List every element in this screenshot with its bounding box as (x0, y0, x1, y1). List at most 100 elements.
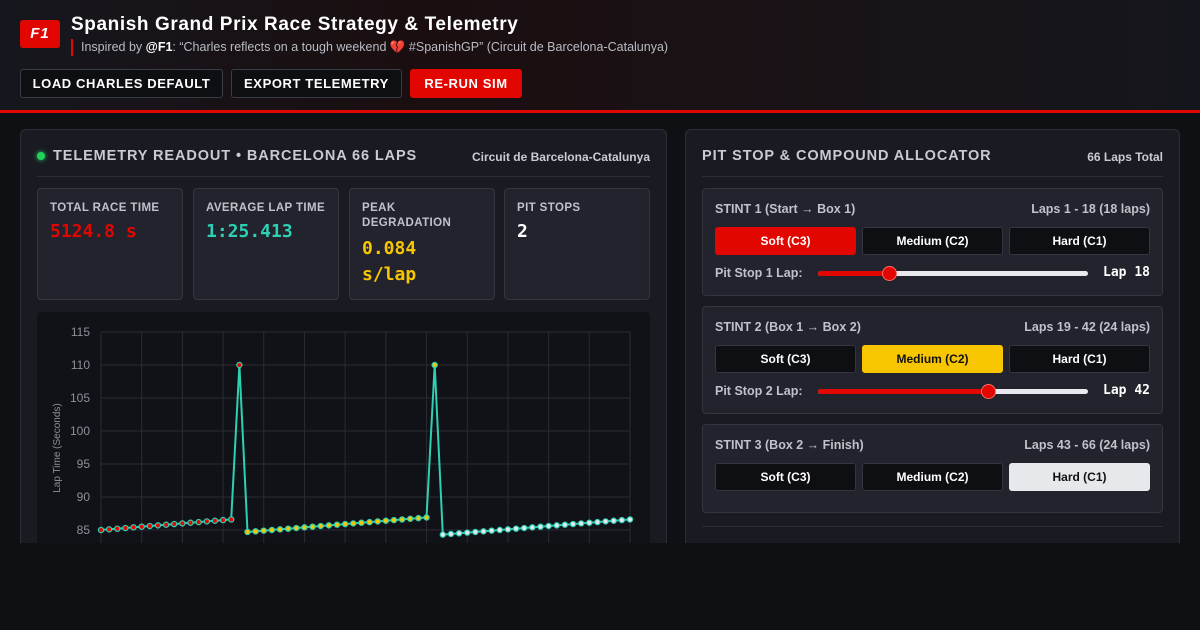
lap-point (187, 519, 194, 526)
rerun-sim-button[interactable]: RE-RUN SIM (410, 69, 522, 98)
stint-2-hard-button[interactable]: Hard (C1) (1009, 345, 1150, 373)
lap-point (398, 516, 406, 523)
lap-point (105, 526, 113, 533)
allocator-panel-header: PIT STOP & COMPOUND ALLOCATOR 66 Laps To… (702, 130, 1163, 177)
stint-title: STINT 1 (Start → Box 1) (715, 202, 856, 216)
lap-point (512, 525, 520, 532)
lap-point (325, 522, 333, 529)
lap-point (569, 520, 577, 528)
y-tick-label: 105 (70, 391, 90, 405)
lap-point (464, 529, 471, 536)
y-tick-label: 110 (71, 358, 90, 372)
lap-point (618, 516, 626, 524)
y-tick-label: 85 (77, 523, 91, 537)
lap-point (309, 523, 316, 530)
telemetry-panel: TELEMETRY READOUT • BARCELONA 66 LAPS Ci… (20, 129, 667, 572)
stat-value: 2 (517, 221, 528, 242)
stat-pit-stops: PIT STOPS 2 (504, 188, 650, 300)
subtitle-prefix: Inspired by (81, 40, 146, 54)
lap-point (496, 526, 503, 534)
lap-time-chart-svg: 85 90 95 100 105 110 115 Lap Time (Seconds) (52, 325, 634, 572)
stint-3-card: STINT 3 (Box 2 → Finish) Laps 43 - 66 (2… (702, 424, 1163, 513)
lap-point (529, 524, 536, 531)
telemetry-title: TELEMETRY READOUT • BARCELONA 66 LAPS (53, 148, 418, 164)
lap-point (407, 515, 414, 522)
lap-point (447, 530, 455, 538)
stint-3-soft-button[interactable]: Soft (C3) (715, 463, 856, 491)
circuit-name: Circuit de Barcelona-Catalunya (471, 150, 650, 164)
lap-point (284, 525, 292, 532)
lap-point (122, 524, 129, 532)
lap-point (488, 527, 495, 534)
lap-point (480, 528, 487, 535)
subtitle-handle[interactable]: @F1 (146, 40, 173, 54)
stat-label: TOTAL RACE TIME (50, 202, 160, 214)
lap-point (138, 523, 145, 530)
lap-point (341, 520, 349, 528)
stint-1-soft-button[interactable]: Soft (C3) (715, 227, 856, 255)
slider-thumb[interactable] (881, 266, 897, 281)
lap-point (268, 526, 276, 534)
allocator-panel: PIT STOP & COMPOUND ALLOCATOR 66 Laps To… (685, 129, 1180, 569)
telemetry-panel-header: TELEMETRY READOUT • BARCELONA 66 LAPS Ci… (37, 130, 650, 177)
stat-label: PEAK DEGRADATION (362, 202, 452, 229)
stint-1-card: STINT 1 (Start → Box 1) Laps 1 - 18 (18 … (702, 188, 1163, 296)
lap-point (203, 518, 210, 525)
pit-stop-1-lap: Lap 18 (1103, 265, 1150, 280)
pit-stop-2-label: Pit Stop 2 Lap: (715, 384, 803, 398)
lap-point (154, 522, 162, 529)
lap-point (195, 518, 202, 526)
lap-point (171, 520, 178, 528)
page-title: Spanish Grand Prix Race Strategy & Telem… (71, 14, 519, 35)
stint-3-medium-button[interactable]: Medium (C2) (862, 463, 1003, 491)
lap-point (146, 522, 154, 530)
allocator-title: PIT STOP & COMPOUND ALLOCATOR (702, 148, 992, 164)
lap-point (366, 518, 373, 526)
stint-2-card: STINT 2 (Box 1 → Box 2) Laps 19 - 42 (24… (702, 306, 1163, 414)
export-telemetry-button[interactable]: EXPORT TELEMETRY (231, 69, 402, 98)
lap-point (179, 520, 186, 527)
f1-logo: F1 (20, 20, 60, 48)
stint-1-hard-button[interactable]: Hard (C1) (1009, 227, 1150, 255)
laps-total: 66 Laps Total (1087, 150, 1163, 164)
page-subtitle: Inspired by @F1: “Charles reflects on a … (71, 39, 668, 56)
lap-point (333, 521, 341, 528)
page-background (0, 543, 1200, 630)
lap-point (114, 525, 121, 532)
stat-peak-degradation: PEAK DEGRADATION 0.084 s/lap (349, 188, 495, 300)
lap-point (553, 522, 560, 529)
stint-1-medium-button[interactable]: Medium (C2) (862, 227, 1003, 255)
stint-2-medium-button[interactable]: Medium (C2) (862, 345, 1003, 373)
lap-point (382, 517, 390, 524)
app-header: F1 Spanish Grand Prix Race Strategy & Te… (0, 0, 1200, 113)
lap-point (586, 519, 593, 526)
y-tick-label: 95 (77, 457, 91, 471)
stint-3-hard-button[interactable]: Hard (C1) (1009, 463, 1150, 491)
lap-point (350, 520, 357, 527)
lap-point (610, 517, 617, 524)
pit-stop-1-slider[interactable] (818, 266, 1088, 281)
slider-fill (818, 389, 989, 394)
lap-point (626, 516, 634, 523)
stat-label: PIT STOPS (517, 202, 581, 214)
lap-point (228, 516, 235, 523)
stint-title: STINT 3 (Box 2 → Finish) (715, 438, 864, 452)
stint-2-soft-button[interactable]: Soft (C3) (715, 345, 856, 373)
slider-thumb[interactable] (981, 384, 997, 399)
lap-point (423, 514, 430, 521)
lap-point (162, 521, 170, 528)
lap-point (317, 522, 324, 530)
lap-point (358, 519, 365, 526)
lap-point (521, 524, 528, 532)
slider-fill (818, 271, 889, 276)
y-tick-label: 90 (77, 490, 91, 504)
pit-stop-1-label: Pit Stop 1 Lap: (715, 266, 803, 280)
lap-point (252, 528, 259, 535)
lap-point (472, 528, 479, 536)
allocator-divider (702, 526, 1163, 527)
stat-value: 0.084 s/lap (362, 238, 417, 285)
lap-point (260, 527, 267, 534)
y-axis-label: Lap Time (Seconds) (52, 403, 63, 493)
pit-stop-2-slider[interactable] (818, 384, 1088, 399)
load-default-button[interactable]: LOAD CHARLES DEFAULT (20, 69, 223, 98)
